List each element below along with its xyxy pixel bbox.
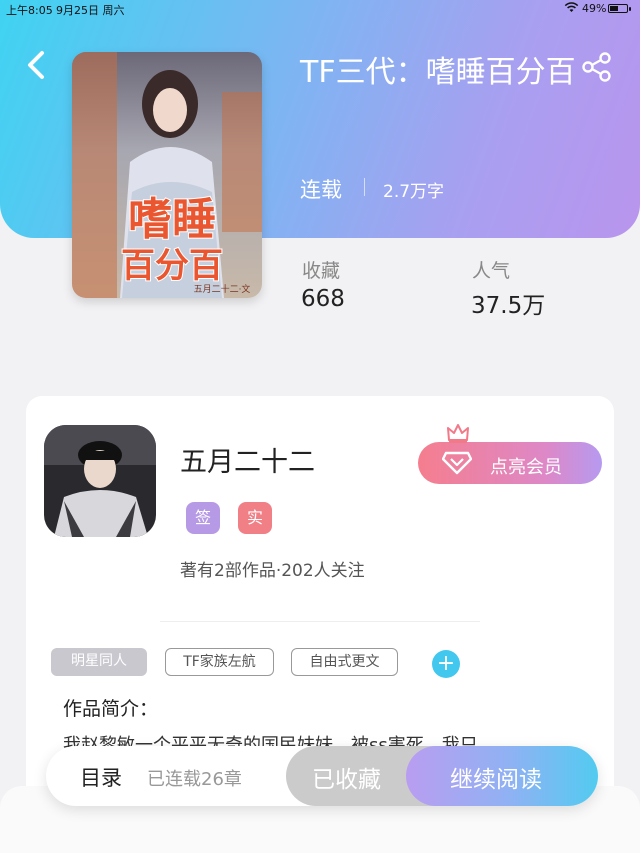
battery-percent: 49% — [582, 2, 607, 15]
add-tag-icon[interactable]: + — [432, 650, 460, 678]
svg-text:嗜睡: 嗜睡 — [128, 194, 216, 245]
verified-badge: 实 — [238, 502, 272, 534]
crown-icon — [447, 424, 469, 443]
status-bar: 上午8:05 9月25日 周六 49% — [0, 0, 640, 18]
book-cover[interactable]: 嗜睡 百分百 五月二十二·文 — [72, 52, 262, 298]
collect-label: 收藏 — [302, 260, 341, 282]
share-icon[interactable] — [580, 50, 614, 84]
book-title: TF三代：嗜睡百分百 — [300, 55, 576, 90]
svg-text:百分百: 百分百 — [121, 246, 223, 286]
continue-reading-label: 继续阅读 — [450, 767, 542, 793]
svg-text:五月二十二·文: 五月二十二·文 — [194, 283, 251, 295]
author-name[interactable]: 五月二十二 — [180, 440, 315, 479]
popularity-value: 37.5万 — [471, 293, 546, 319]
book-status: 连载 — [300, 178, 342, 202]
toc-button[interactable]: 目录 — [80, 762, 122, 792]
chapter-count: 已连载26章 — [147, 769, 242, 790]
vip-button-label: 点亮会员 — [490, 457, 562, 478]
popularity-label: 人气 — [472, 260, 511, 282]
status-divider — [364, 178, 365, 196]
tag-free-update[interactable]: 自由式更文 — [291, 648, 398, 676]
intro-title: 作品简介： — [63, 698, 159, 720]
book-word-count: 2.7万字 — [383, 182, 445, 202]
diamond-icon — [442, 451, 472, 475]
collected-button-label: 已收藏 — [312, 767, 381, 793]
author-meta: 著有2部作品·202人关注 — [180, 561, 365, 581]
status-time: 上午8:05 — [6, 4, 53, 17]
tag-tf-family[interactable]: TF家族左航 — [165, 648, 274, 676]
battery-icon — [608, 4, 631, 13]
divider — [160, 621, 480, 622]
signed-badge: 签 — [186, 502, 220, 534]
collect-value: 668 — [301, 286, 345, 312]
back-icon[interactable] — [22, 48, 50, 82]
book-cover-image: 嗜睡 百分百 五月二十二·文 — [72, 52, 262, 298]
author-avatar[interactable] — [44, 425, 156, 537]
status-date: 9月25日 周六 — [56, 4, 125, 17]
avatar-image — [44, 425, 156, 537]
wifi-icon — [564, 2, 579, 12]
battery-fill — [610, 6, 618, 11]
tag-star-fanfic[interactable]: 明星同人 — [51, 648, 147, 676]
